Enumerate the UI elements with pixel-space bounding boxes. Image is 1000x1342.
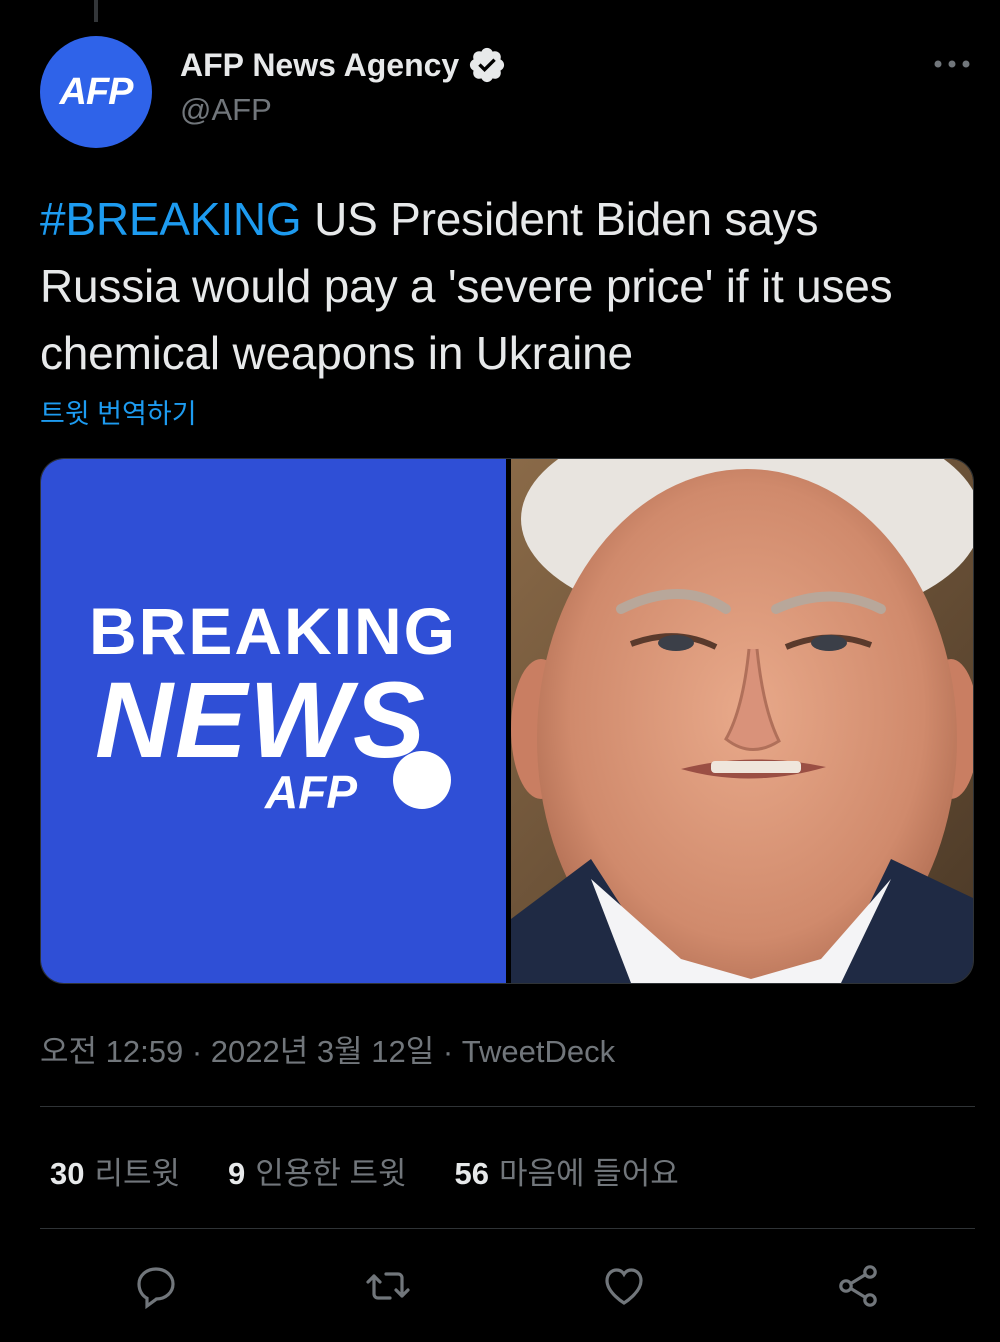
action-bar [0,1262,1000,1318]
avatar-logo-text: AFP [59,70,134,113]
news-text: NEWS [95,659,427,780]
likes-stat[interactable]: 56 마음에 들어요 [455,1148,679,1193]
divider-top [40,1106,975,1107]
afp-logo-text: AFP [265,766,357,818]
author-name[interactable]: AFP News Agency [180,47,459,84]
biden-photo[interactable] [511,459,973,983]
like-icon[interactable] [600,1262,648,1310]
likes-count: 56 [454,1156,489,1191]
author-block[interactable]: AFP News Agency @AFP [180,44,507,128]
translate-tweet-link[interactable]: 트윗 번역하기 [40,392,197,431]
verified-badge-icon [470,47,505,83]
quotes-label: 인용한 트윗 [255,1156,407,1191]
breaking-news-image[interactable]: BREAKING NEWS AFP [41,459,506,983]
tweet-detail-page: AFP AFP News Agency @AFP #BREAKING US Pr… [0,0,1000,1342]
retweets-stat[interactable]: 30 리트윗 [50,1148,180,1193]
share-icon[interactable] [834,1262,882,1310]
engagement-stats: 30 리트윗 9 인용한 트윗 56 마음에 들어요 [50,1148,679,1193]
retweets-label: 리트윗 [94,1156,181,1191]
quotes-stat[interactable]: 9 인용한 트윗 [228,1148,406,1193]
tweet-meta: 오전 12:59 · 2022년 3월 12일 · TweetDeck [40,1034,616,1069]
tweet-text: #BREAKING US President Biden says Russia… [40,186,970,387]
avatar[interactable]: AFP [40,36,152,148]
retweet-icon[interactable] [364,1262,412,1310]
thread-connector-line [94,0,98,22]
retweets-count: 30 [50,1156,85,1191]
divider-bottom [40,1228,975,1229]
likes-label: 마음에 들어요 [499,1156,679,1191]
afp-logo-dot [393,751,451,809]
more-options-icon[interactable] [930,52,974,76]
reply-icon[interactable] [132,1262,180,1310]
hashtag-link[interactable]: #BREAKING [40,193,302,245]
author-handle[interactable]: @AFP [180,92,507,128]
quotes-count: 9 [228,1156,246,1191]
tweet-media[interactable]: BREAKING NEWS AFP [40,458,974,984]
biden-portrait-illustration [511,459,973,983]
